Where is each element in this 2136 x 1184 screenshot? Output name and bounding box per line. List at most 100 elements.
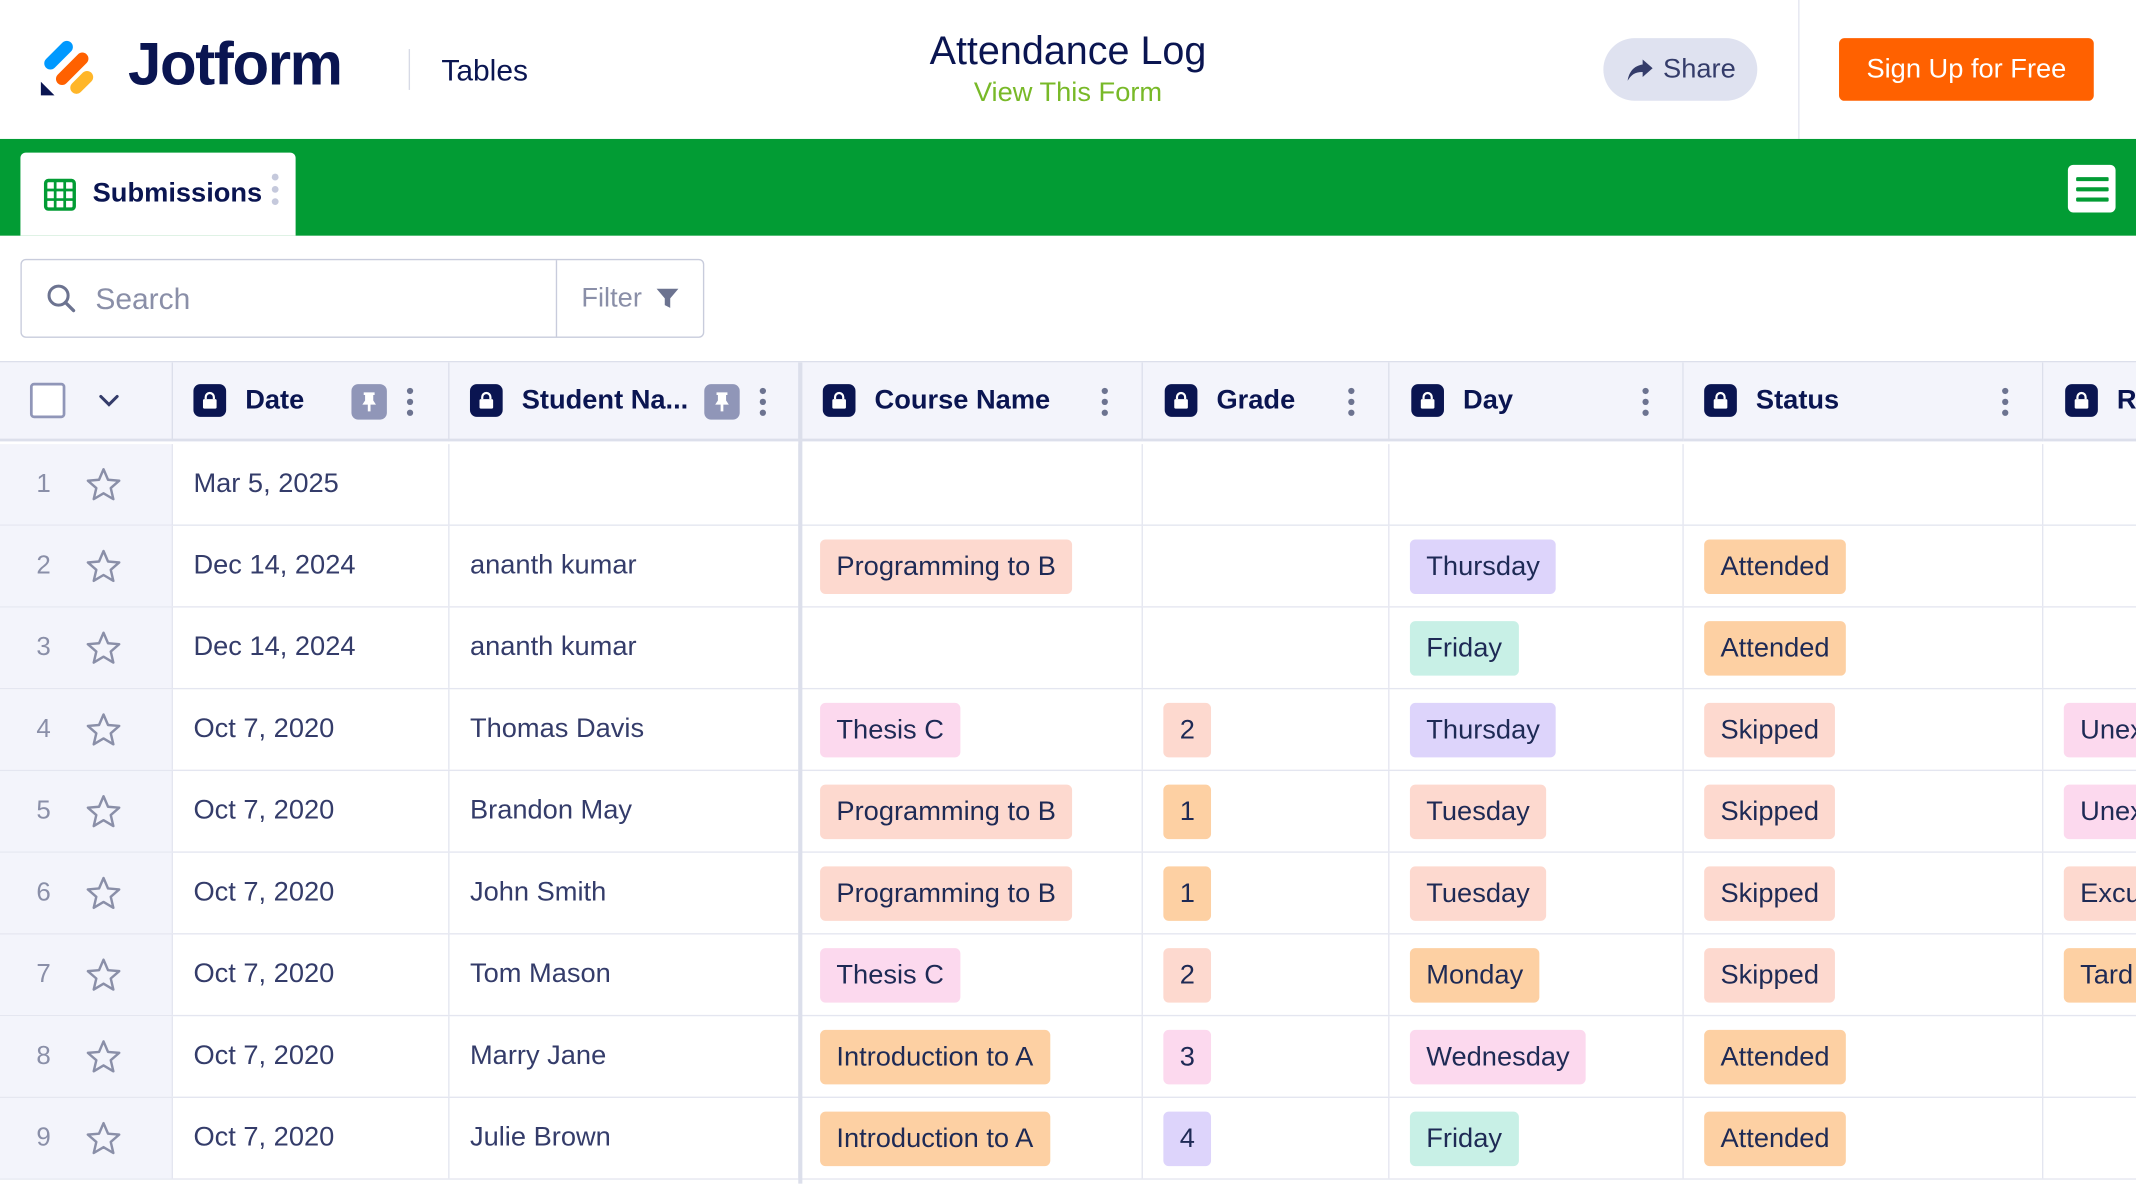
cell-date[interactable]: Oct 7, 2020 — [173, 934, 450, 1015]
cell-status[interactable]: Skipped — [1684, 771, 2044, 852]
cell-reason[interactable]: Excu — [2043, 853, 2136, 933]
cell-day[interactable]: Thursday — [1389, 525, 1684, 607]
star-icon[interactable] — [84, 956, 122, 994]
table-row[interactable]: 5 Oct 7, 2020 Brandon May Programming to B 1… — [0, 771, 2136, 853]
cell-course[interactable] — [800, 444, 1143, 525]
select-all-checkbox[interactable] — [29, 382, 66, 419]
star-icon[interactable] — [84, 874, 122, 912]
signup-button[interactable]: Sign Up for Free — [1839, 38, 2094, 101]
cell-course[interactable]: Programming to B — [800, 525, 1143, 607]
cell-grade[interactable] — [1143, 525, 1390, 607]
cell-status[interactable] — [1684, 444, 2044, 525]
cell-grade[interactable]: 2 — [1143, 934, 1390, 1015]
column-header-grade[interactable]: Grade — [1142, 362, 1390, 442]
cell-student[interactable]: Marry Jane — [450, 1016, 800, 1097]
cell-course[interactable]: Introduction to A — [800, 1016, 1143, 1097]
menu-button[interactable] — [2067, 164, 2116, 213]
pin-icon[interactable] — [704, 384, 740, 420]
cell-grade[interactable]: 3 — [1143, 1016, 1390, 1097]
cell-reason[interactable] — [2043, 526, 2136, 606]
cell-grade[interactable]: 2 — [1143, 689, 1390, 770]
cell-student[interactable] — [450, 444, 800, 525]
view-form-link[interactable]: View This Form — [796, 75, 1341, 110]
star-icon[interactable] — [84, 792, 122, 830]
table-row[interactable]: 4 Oct 7, 2020 Thomas Davis Thesis C 2 Thursda… — [0, 689, 2136, 772]
cell-reason[interactable]: Unex — [2043, 689, 2136, 769]
cell-date[interactable]: Dec 14, 2024 — [173, 607, 450, 688]
column-header-course-name[interactable]: Course Name — [799, 362, 1143, 442]
star-icon[interactable] — [84, 1119, 122, 1157]
cell-date[interactable]: Oct 7, 2020 — [173, 1016, 450, 1097]
cell-date[interactable]: Mar 5, 2025 — [173, 444, 450, 525]
cell-grade[interactable]: 4 — [1143, 1097, 1390, 1179]
more-dots-icon[interactable] — [406, 387, 414, 417]
cell-grade[interactable]: 1 — [1143, 852, 1390, 934]
jotform-logo-icon[interactable] — [38, 30, 106, 98]
cell-status[interactable]: Skipped — [1684, 852, 2044, 934]
column-header-date[interactable]: Date — [173, 362, 450, 442]
table-row[interactable]: 1 Mar 5, 2025 — [0, 444, 2136, 526]
more-dots-icon[interactable] — [1347, 387, 1355, 417]
cell-student[interactable]: Thomas Davis — [450, 689, 800, 770]
more-dots-icon[interactable] — [2001, 387, 2009, 417]
star-icon[interactable] — [84, 547, 122, 585]
cell-date[interactable]: Oct 7, 2020 — [173, 852, 450, 934]
cell-reason[interactable]: Unex — [2043, 771, 2136, 851]
star-icon[interactable] — [84, 1037, 122, 1075]
cell-status[interactable]: Skipped — [1684, 689, 2044, 770]
cell-day[interactable]: Thursday — [1389, 689, 1684, 770]
cell-reason[interactable]: Tard — [2043, 934, 2136, 1014]
cell-course[interactable]: Programming to B — [800, 852, 1143, 934]
cell-course[interactable]: Thesis C — [800, 934, 1143, 1015]
star-icon[interactable] — [84, 465, 122, 503]
cell-student[interactable]: ananth kumar — [450, 525, 800, 607]
more-dots-icon[interactable] — [759, 387, 767, 417]
cell-date[interactable]: Oct 7, 2020 — [173, 689, 450, 770]
tab-submissions[interactable]: Submissions — [20, 152, 296, 236]
cell-reason[interactable] — [2043, 608, 2136, 688]
brand-name[interactable]: Jotform — [128, 30, 343, 101]
cell-day[interactable]: Wednesday — [1389, 1016, 1684, 1097]
chevron-down-icon[interactable] — [98, 394, 120, 408]
search-input[interactable] — [92, 271, 548, 329]
more-dots-icon[interactable] — [1642, 387, 1650, 417]
cell-student[interactable]: ananth kumar — [450, 607, 800, 688]
column-header-student-name[interactable]: Student Na... — [449, 362, 800, 442]
table-row[interactable]: 7 Oct 7, 2020 Tom Mason Thesis C 2 Monday Skip… — [0, 934, 2136, 1017]
cell-day[interactable]: Monday — [1389, 934, 1684, 1015]
cell-status[interactable]: Attended — [1684, 1016, 2044, 1097]
star-icon[interactable] — [84, 710, 122, 748]
cell-day[interactable] — [1389, 444, 1684, 525]
share-button[interactable]: Share — [1603, 38, 1758, 101]
cell-course[interactable]: Programming to B — [800, 771, 1143, 852]
cell-date[interactable]: Dec 14, 2024 — [173, 525, 450, 607]
cell-day[interactable]: Friday — [1389, 1097, 1684, 1179]
cell-student[interactable]: Julie Brown — [450, 1097, 800, 1179]
column-header-day[interactable]: Day — [1389, 362, 1684, 442]
cell-course[interactable]: Introduction to A — [800, 1097, 1143, 1179]
cell-day[interactable]: Tuesday — [1389, 771, 1684, 852]
cell-status[interactable]: Attended — [1684, 1097, 2044, 1179]
star-icon[interactable] — [84, 629, 122, 667]
cell-student[interactable]: Brandon May — [450, 771, 800, 852]
cell-student[interactable]: John Smith — [450, 852, 800, 934]
table-row[interactable]: 8 Oct 7, 2020 Marry Jane Introduction to A 3… — [0, 1016, 2136, 1098]
cell-grade[interactable] — [1143, 607, 1390, 688]
cell-reason[interactable] — [2043, 1098, 2136, 1178]
column-header-reason[interactable]: R — [2043, 362, 2136, 442]
table-row[interactable]: 9 Oct 7, 2020 Julie Brown Introduction to A… — [0, 1097, 2136, 1180]
cell-day[interactable]: Tuesday — [1389, 852, 1684, 934]
cell-date[interactable]: Oct 7, 2020 — [173, 1097, 450, 1179]
cell-student[interactable]: Tom Mason — [450, 934, 800, 1015]
cell-course[interactable] — [800, 607, 1143, 688]
cell-date[interactable]: Oct 7, 2020 — [173, 771, 450, 852]
pin-icon[interactable] — [351, 384, 387, 420]
more-dots-icon[interactable] — [271, 172, 279, 207]
cell-reason[interactable] — [2043, 1016, 2136, 1096]
more-dots-icon[interactable] — [1101, 387, 1109, 417]
cell-status[interactable]: Attended — [1684, 525, 2044, 607]
column-header-status[interactable]: Status — [1683, 362, 2044, 442]
cell-grade[interactable]: 1 — [1143, 771, 1390, 852]
cell-course[interactable]: Thesis C — [800, 689, 1143, 770]
filter-button[interactable]: Filter — [555, 260, 704, 337]
